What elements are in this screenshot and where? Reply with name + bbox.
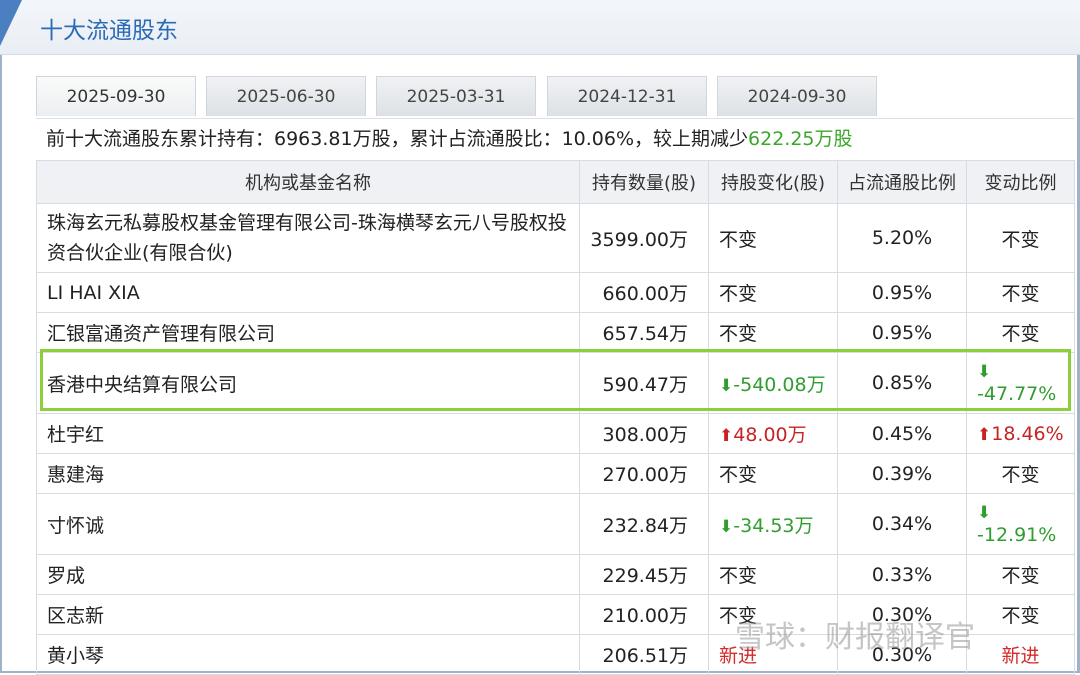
watermark: 雪球：财报翻译官 [735, 620, 975, 655]
change-pct-value: -47.77% [977, 383, 1057, 405]
shares-cell: 657.54万 [579, 312, 709, 353]
change-pct-cell: 新进 [966, 634, 1075, 675]
holders-table: 机构或基金名称 持有数量(股) 持股变化(股) 占流通股比例 变动比例 珠海玄元… [36, 160, 1075, 675]
shares-cell: 270.00万 [579, 453, 709, 494]
shares-cell: 3599.00万 [579, 203, 709, 273]
holder-name: 黄小琴 [36, 634, 580, 675]
change-cell: 不变 [708, 272, 838, 313]
holder-name: 罗成 [36, 554, 580, 595]
tab-2025-03-31[interactable]: 2025-03-31 [376, 76, 536, 116]
table-row: 汇银富通资产管理有限公司 657.54万 不变 0.95% 不变 [36, 312, 1075, 353]
shares-cell: 229.45万 [579, 554, 709, 595]
col-header-shares: 持有数量(股) [579, 160, 709, 204]
change-pct-cell: 不变 [966, 272, 1075, 313]
change-pct-cell: 不变 [966, 453, 1075, 494]
holder-name: 寸怀诚 [36, 493, 580, 555]
arrow-up-icon: ⬆ [719, 426, 734, 446]
change-cell: 不变 [708, 203, 838, 273]
change-cell: ⬇-34.53万 [708, 493, 838, 555]
page-title: 十大流通股东 [40, 18, 178, 44]
change-value: -34.53万 [733, 514, 814, 537]
table-row: 杜宇红 308.00万 ⬆48.00万 0.45% ⬆18.46% [36, 413, 1075, 454]
table-row: LI HAI XIA 660.00万 不变 0.95% 不变 [36, 272, 1075, 313]
holder-name: 杜宇红 [36, 413, 580, 454]
ratio-cell: 5.20% [837, 203, 967, 273]
col-header-change: 持股变化(股) [708, 160, 838, 204]
change-cell: ⬆48.00万 [708, 413, 838, 454]
col-header-change-pct: 变动比例 [966, 160, 1075, 204]
col-header-name: 机构或基金名称 [36, 160, 580, 204]
ratio-cell: 0.34% [837, 493, 967, 555]
change-value: -540.08万 [733, 373, 826, 396]
change-pct-cell: 不变 [966, 594, 1075, 635]
shares-cell: 308.00万 [579, 413, 709, 454]
change-cell: 不变 [708, 554, 838, 595]
change-cell: 不变 [708, 312, 838, 353]
change-pct-cell: 不变 [966, 312, 1075, 353]
shares-cell: 210.00万 [579, 594, 709, 635]
ratio-cell: 0.39% [837, 453, 967, 494]
ratio-cell: 0.95% [837, 272, 967, 313]
holder-name: 珠海玄元私募股权基金管理有限公司-珠海横琴玄元八号股权投资合伙企业(有限合伙) [36, 203, 580, 273]
change-pct-cell: 不变 [966, 203, 1075, 273]
shares-cell: 232.84万 [579, 493, 709, 555]
arrow-up-icon: ⬆ [977, 424, 992, 445]
change-cell: 不变 [708, 453, 838, 494]
holder-name: 汇银富通资产管理有限公司 [36, 312, 580, 353]
ratio-cell: 0.45% [837, 413, 967, 454]
tab-2024-09-30[interactable]: 2024-09-30 [717, 76, 877, 116]
change-value: 48.00万 [733, 424, 807, 446]
shares-cell: 660.00万 [579, 272, 709, 313]
col-header-ratio: 占流通股比例 [837, 160, 967, 204]
arrow-down-icon: ⬇ [719, 516, 734, 537]
corner-accent [0, 0, 22, 46]
table-row: 寸怀诚 232.84万 ⬇-34.53万 0.34% ⬇ -12.91% [36, 493, 1075, 555]
shares-cell: 206.51万 [579, 634, 709, 675]
change-pct-value: 18.46% [991, 422, 1064, 445]
holder-name: 香港中央结算有限公司 [36, 352, 580, 414]
ratio-cell: 0.33% [837, 554, 967, 595]
arrow-down-icon: ⬇ [719, 375, 734, 396]
change-cell: ⬇-540.08万 [708, 352, 838, 414]
holder-name: 惠建海 [36, 453, 580, 494]
summary-decrease: 622.25万股 [748, 128, 853, 150]
tab-2024-12-31[interactable]: 2024-12-31 [547, 76, 707, 116]
holder-name: 区志新 [36, 594, 580, 635]
summary-line: 前十大流通股东累计持有：6963.81万股，累计占流通股比：10.06%，较上期… [36, 118, 1074, 160]
arrow-down-icon: ⬇ [977, 362, 992, 382]
ratio-cell: 0.85% [837, 352, 967, 414]
title-bar: 十大流通股东 [0, 0, 1080, 55]
change-pct-cell: ⬆18.46% [966, 413, 1075, 454]
table-header-row: 机构或基金名称 持有数量(股) 持股变化(股) 占流通股比例 变动比例 [36, 160, 1075, 204]
table-row: 惠建海 270.00万 不变 0.39% 不变 [36, 453, 1075, 494]
holder-name: LI HAI XIA [36, 272, 580, 313]
change-pct-value: -12.91% [977, 524, 1057, 546]
change-pct-cell: ⬇ -47.77% [966, 352, 1075, 414]
arrow-down-icon: ⬇ [977, 503, 992, 523]
summary-text: 前十大流通股东累计持有：6963.81万股，累计占流通股比：10.06%，较上期… [46, 128, 749, 150]
change-pct-cell: 不变 [966, 554, 1075, 595]
shares-cell: 590.47万 [579, 352, 709, 414]
ratio-cell: 0.95% [837, 312, 967, 353]
tab-2025-06-30[interactable]: 2025-06-30 [206, 76, 366, 116]
tab-2025-09-30[interactable]: 2025-09-30 [36, 76, 196, 116]
table-row: 罗成 229.45万 不变 0.33% 不变 [36, 554, 1075, 595]
table-row: 香港中央结算有限公司 590.47万 ⬇-540.08万 0.85% ⬇ -47.… [36, 352, 1075, 414]
table-row: 珠海玄元私募股权基金管理有限公司-珠海横琴玄元八号股权投资合伙企业(有限合伙) … [36, 203, 1075, 273]
change-pct-cell: ⬇ -12.91% [966, 493, 1075, 555]
